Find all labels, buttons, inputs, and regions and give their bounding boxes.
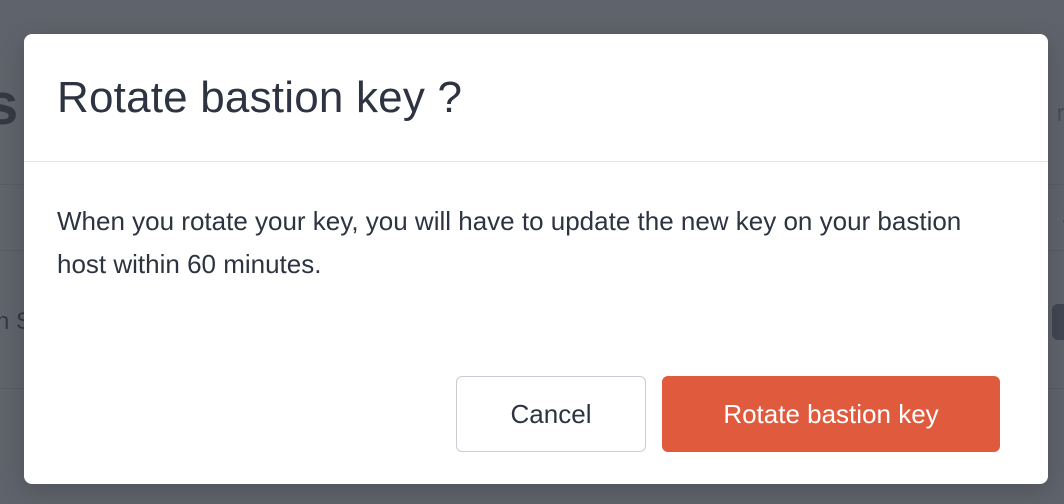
dialog-header: Rotate bastion key ? [24,34,1048,162]
cancel-button[interactable]: Cancel [456,376,646,452]
dialog-footer: Cancel Rotate bastion key [456,376,1000,452]
dialog-message: When you rotate your key, you will have … [57,206,962,279]
dialog-title: Rotate bastion key ? [57,72,463,122]
rotate-bastion-key-button[interactable]: Rotate bastion key [662,376,1000,452]
rotate-key-dialog: Rotate bastion key ? When you rotate you… [24,34,1048,484]
dialog-body: When you rotate your key, you will have … [24,162,1048,338]
